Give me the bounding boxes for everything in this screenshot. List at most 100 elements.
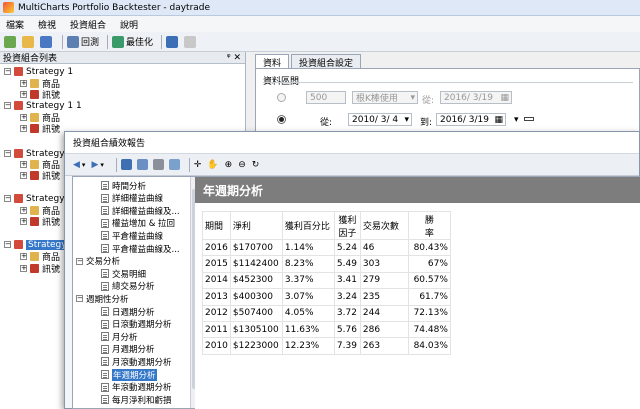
expander-icon[interactable]: + (20, 125, 27, 132)
optimize-button[interactable]: 最佳化 (112, 34, 153, 50)
nav-item[interactable]: 日滾動週期分析 (101, 319, 172, 330)
backtest-button[interactable]: 回測 (67, 34, 99, 50)
expander-icon[interactable]: + (20, 114, 27, 121)
nav-item[interactable]: 交易明細 (101, 268, 146, 280)
print-icon[interactable] (152, 159, 164, 170)
panel-pin-close[interactable]: ᵠ ✕ (227, 53, 241, 63)
save-button[interactable] (40, 34, 54, 50)
table-cell: 72.13% (407, 304, 451, 322)
nav-item[interactable]: 平倉權益曲線 (101, 230, 163, 242)
nav-item[interactable]: 年週期分析 (101, 368, 157, 381)
clear-icon[interactable] (524, 117, 534, 121)
new-portfolio-button[interactable] (4, 34, 18, 50)
expander-icon[interactable]: + (20, 253, 27, 260)
reset-zoom-icon[interactable]: ↻ (252, 160, 260, 170)
table-cell: $1305100 (229, 320, 283, 339)
expander-icon[interactable]: − (76, 295, 83, 303)
nav-item[interactable]: 日週期分析 (101, 306, 155, 318)
expander-icon[interactable]: + (20, 91, 27, 98)
expander-icon[interactable]: + (20, 161, 27, 168)
nav-label: 交易分析 (86, 257, 121, 268)
table-cell: 3.24 (333, 288, 361, 306)
to-label: 到: (420, 118, 433, 128)
tab-data[interactable]: 資料 (255, 54, 290, 69)
nav-label: 月滾動週期分析 (112, 357, 172, 368)
nav-item[interactable]: 每月淨利和虧損 (101, 394, 172, 406)
nav-item[interactable]: 時間分析 (101, 180, 147, 192)
nav-item[interactable]: 詳細權益曲線及... (101, 205, 180, 217)
nav-group[interactable]: − 交易分析 (76, 256, 120, 267)
document-icon (101, 370, 109, 379)
zoom-in-icon[interactable]: ⊕ (225, 160, 233, 170)
tree-child[interactable]: + 訊號 (20, 123, 60, 135)
report-button[interactable] (166, 34, 180, 50)
from-label: 從: (422, 96, 435, 106)
bars-unit-select[interactable]: 根K棒使用 ▾ (352, 91, 418, 104)
nav-item[interactable]: 月分析 (101, 331, 138, 343)
lock-button[interactable] (184, 34, 198, 50)
nav-label: 時間分析 (112, 181, 147, 192)
expander-icon[interactable]: + (20, 265, 27, 272)
menu-view[interactable]: 檢視 (38, 18, 56, 31)
tree-child[interactable]: + 訊號 (20, 170, 60, 182)
nav-item[interactable]: 詳細權益曲線 (101, 193, 163, 204)
document-icon (101, 395, 109, 405)
expander-icon[interactable]: − (4, 68, 11, 75)
nav-item[interactable]: 年滾動週期分析 (101, 382, 172, 393)
nav-group[interactable]: − 週期性分析 (76, 293, 129, 305)
expander-icon[interactable]: − (4, 241, 11, 248)
forward-dropdown-icon[interactable]: ▾ (100, 161, 104, 169)
table-row: 2010 $1223000 12.23% 7.39 263 84.03% (202, 337, 451, 355)
nav-item[interactable]: 月滾動週期分析 (101, 356, 172, 368)
expander-icon[interactable]: − (4, 102, 11, 109)
settings-icon[interactable] (168, 159, 180, 170)
nav-item[interactable]: 平倉權益曲線及... (101, 243, 180, 255)
nav-item[interactable]: 總交易分析 (101, 281, 155, 292)
hand-icon[interactable]: ✋ (207, 160, 218, 170)
dropdown-arrow-icon[interactable]: ▾ (514, 115, 519, 125)
tree-child[interactable]: + 訊號 (20, 89, 60, 101)
save-icon[interactable] (120, 159, 132, 170)
expander-icon[interactable]: + (20, 172, 27, 179)
bars-count-input[interactable]: 500 (306, 91, 346, 104)
expander-icon[interactable]: + (20, 80, 27, 87)
start-date-input[interactable]: 2010/ 3/ 4 ▾ (348, 113, 412, 126)
nav-item[interactable]: 權益增加 & 拉回 (101, 218, 175, 229)
back-button[interactable]: ◀ (73, 160, 80, 170)
portfolio-report-dialog: 投資組合績效報告 ◀ ▾ ▶ ▾ ✛ ✋ ⊕ ⊖ ↻ 時間分析 詳細權益曲線 詳細權… (64, 131, 640, 409)
export-icon[interactable] (136, 159, 148, 170)
table-cell: $170700 (229, 238, 283, 257)
menu-portfolio[interactable]: 投資組合 (70, 18, 106, 31)
expander-icon[interactable]: + (20, 207, 27, 214)
cursor-icon[interactable]: ✛ (194, 160, 202, 170)
tree-strategy[interactable]: − Strategy 1 (4, 66, 73, 77)
data-range-label: 資料區間 (263, 77, 300, 87)
end-date-input[interactable]: 2016/ 3/19 ▦ (436, 113, 506, 126)
document-icon (101, 181, 109, 190)
zoom-out-icon[interactable]: ⊖ (238, 160, 246, 170)
expander-icon[interactable]: + (20, 218, 27, 225)
tree-child[interactable]: + 商品 (20, 251, 60, 263)
tree-strategy[interactable]: − Strategy (4, 193, 65, 204)
tree-child[interactable]: + 訊號 (20, 216, 60, 228)
expander-icon[interactable]: − (4, 195, 11, 202)
open-button[interactable] (22, 34, 36, 50)
tree-strategy[interactable]: − Strategy 1 1 (4, 100, 82, 111)
back-dropdown-icon[interactable]: ▾ (82, 161, 86, 169)
settings-tabs: 資料 投資組合設定 (255, 54, 363, 69)
tree-child[interactable]: + 訊號 (20, 263, 60, 275)
table-row: 2012 $507400 4.05% 3.72 244 72.13% (202, 304, 451, 322)
expander-icon[interactable]: − (76, 257, 83, 265)
tree-strategy[interactable]: − Strategy (4, 239, 69, 250)
nav-item[interactable]: 月週期分析 (101, 344, 155, 355)
forward-button[interactable]: ▶ (91, 160, 98, 170)
table-cell: 3.07% (281, 288, 335, 306)
expander-icon[interactable]: − (4, 150, 11, 157)
table-row: 2015 $1142400 8.23% 5.49 303 67% (202, 255, 451, 273)
tab-portfolio-settings[interactable]: 投資組合設定 (291, 54, 362, 69)
menu-file[interactable]: 檔案 (6, 18, 24, 31)
end-date-disabled[interactable]: 2016/ 3/19 ▦ (440, 91, 512, 104)
menu-help[interactable]: 說明 (120, 18, 138, 31)
date-range-radio[interactable] (277, 115, 286, 124)
bars-radio[interactable] (277, 93, 286, 102)
